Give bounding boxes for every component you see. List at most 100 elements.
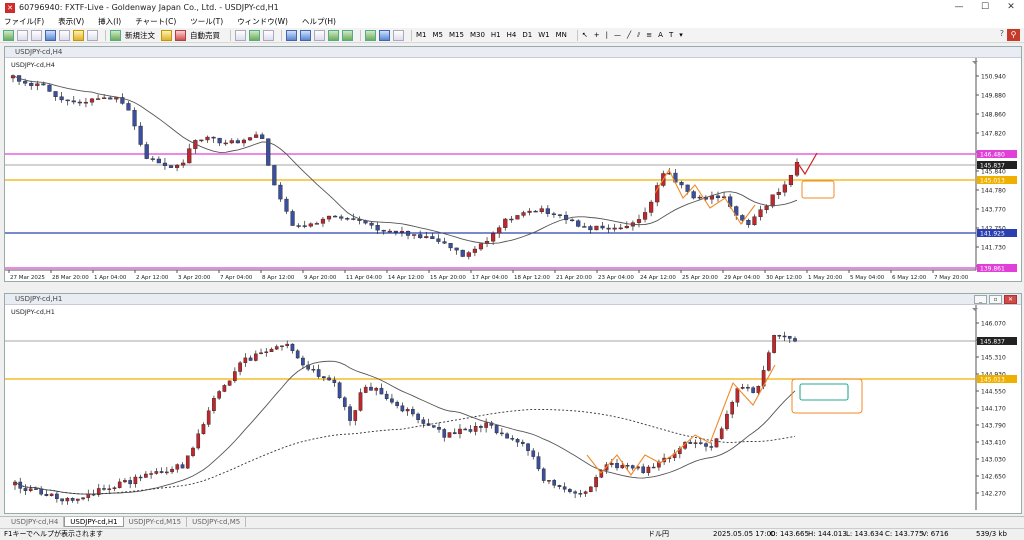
autoscroll-icon[interactable] <box>328 29 339 41</box>
candle-body <box>259 352 263 355</box>
candle-body <box>156 158 161 164</box>
candle-body <box>65 99 70 102</box>
candle-body <box>740 386 745 389</box>
candle-body <box>447 432 452 438</box>
timeframe-m5[interactable]: M5 <box>433 31 444 39</box>
timeframe-m1[interactable]: M1 <box>416 31 427 39</box>
menu-tools[interactable]: ツール(T) <box>190 16 223 27</box>
close-button[interactable]: ✕ <box>998 0 1024 15</box>
candle-body <box>327 377 331 381</box>
timeframe-d1[interactable]: D1 <box>522 31 532 39</box>
price-level-label: 143.410 <box>981 440 1006 447</box>
candle-body <box>606 227 611 230</box>
candle-body <box>238 362 242 372</box>
navigator-icon[interactable] <box>59 29 70 41</box>
candle-body <box>212 398 216 412</box>
candle-body <box>588 226 593 231</box>
timeframe-m15[interactable]: M15 <box>449 31 464 39</box>
templates-icon[interactable] <box>393 29 404 41</box>
candle-body <box>75 498 80 501</box>
bar-chart-icon[interactable] <box>235 29 246 41</box>
time-label: 30 Apr 12:00 <box>766 275 802 281</box>
text-tool-icon[interactable]: A <box>658 31 663 39</box>
tab-usdjpy-h1[interactable]: USDJPY-cd,H1 <box>64 517 124 527</box>
candle-body <box>594 477 598 488</box>
chart-minimize-button[interactable]: _ <box>974 295 987 304</box>
crosshair-icon[interactable]: + <box>594 31 600 39</box>
menu-file[interactable]: ファイル(F) <box>4 16 44 27</box>
zoom-out-icon[interactable] <box>300 29 311 41</box>
new-order-button[interactable]: 新規注文 <box>125 30 155 41</box>
candle-body <box>247 137 253 141</box>
trendline-icon[interactable]: ╱ <box>627 31 631 39</box>
time-label: 3 Apr 20:00 <box>178 275 211 281</box>
candle-body <box>39 488 43 495</box>
candle-body <box>730 402 735 415</box>
timeframe-h4[interactable]: H4 <box>507 31 517 39</box>
search-icon[interactable]: ⚲ <box>1007 29 1020 41</box>
chart-window-h1[interactable]: USDJPY-cd,H1 _ ▫ ✕ USDJPY-cd,H1 146.070 14… <box>4 293 1022 514</box>
arrows-icon[interactable]: ▾ <box>679 31 683 39</box>
price-chart-h1[interactable]: USDJPY-cd,H1146.070145.690145.310144.930… <box>5 305 1021 513</box>
candlestick-icon[interactable] <box>249 29 260 41</box>
tab-usdjpy-m15[interactable]: USDJPY-cd,M15 <box>124 517 188 527</box>
terminal-icon[interactable] <box>73 29 84 41</box>
new-chart-icon[interactable] <box>3 29 14 41</box>
timeframe-m30[interactable]: M30 <box>470 31 485 39</box>
menu-window[interactable]: ウィンドウ(W) <box>237 16 288 27</box>
candle-body <box>793 338 797 342</box>
candle-body <box>497 227 502 234</box>
candle-body <box>180 464 185 469</box>
candle-body <box>332 379 337 383</box>
vertical-line-icon[interactable]: | <box>606 31 608 39</box>
menu-chart[interactable]: チャート(C) <box>135 16 176 27</box>
chart-shift-icon[interactable] <box>342 29 353 41</box>
menu-insert[interactable]: 挿入(I) <box>98 16 121 27</box>
data-window-icon[interactable] <box>45 29 56 41</box>
chart-close-button[interactable]: ✕ <box>1004 295 1017 304</box>
help-icon[interactable]: ? <box>1000 29 1004 38</box>
timeframe-h1[interactable]: H1 <box>491 31 501 39</box>
chart-window-h4[interactable]: USDJPY-cd,H4 USDJPY-cd,H4 150.940 149.880 1… <box>4 46 1022 282</box>
cursor-icon[interactable]: ↖ <box>582 31 588 39</box>
indicators-icon[interactable] <box>365 29 376 41</box>
tile-windows-icon[interactable] <box>314 29 325 41</box>
auto-trade-button[interactable]: 自動売買 <box>190 30 220 41</box>
candle-body <box>570 219 575 222</box>
candle-body <box>505 433 509 439</box>
channel-icon[interactable]: ⫽ <box>637 31 640 40</box>
timeframe-mn[interactable]: MN <box>556 31 567 39</box>
toolbar-separator <box>360 29 361 41</box>
title-bar: ✕ 60796940: FXTF-Live - Goldenway Japan … <box>0 0 1024 15</box>
market-watch-icon[interactable] <box>31 29 42 41</box>
label-tool-icon[interactable]: T <box>669 31 673 39</box>
periods-icon[interactable] <box>379 29 390 41</box>
candle-body <box>715 195 721 199</box>
fibonacci-icon[interactable]: ≡ <box>646 31 652 39</box>
zoom-in-icon[interactable] <box>286 29 297 41</box>
line-chart-icon[interactable] <box>263 29 274 41</box>
menu-help[interactable]: ヘルプ(H) <box>302 16 336 27</box>
timeframe-w1[interactable]: W1 <box>538 31 549 39</box>
tab-usdjpy-m5[interactable]: USDJPY-cd,M5 <box>187 517 247 527</box>
time-label: 25 Apr 20:00 <box>682 275 718 281</box>
chart-symbol-label: USDJPY-cd,H1 <box>11 308 55 316</box>
new-order-icon[interactable] <box>110 29 121 41</box>
candle-body <box>624 225 629 229</box>
menu-view[interactable]: 表示(V) <box>58 16 84 27</box>
tab-usdjpy-h4[interactable]: USDJPY-cd,H4 <box>6 517 65 527</box>
maximize-button[interactable]: ☐ <box>972 0 998 15</box>
profiles-icon[interactable] <box>17 29 28 41</box>
candle-body <box>491 233 496 242</box>
price-chart-h4[interactable]: USDJPY-cd,H4 150.940 149.880 148.860 147.820… <box>5 58 1021 281</box>
candle-body <box>630 465 635 469</box>
status-time: 2025.05.05 17:00 <box>713 530 776 538</box>
candle-body <box>583 491 588 494</box>
minimize-button[interactable]: — <box>946 0 972 15</box>
tester-icon[interactable] <box>87 29 98 41</box>
candle-body <box>222 385 227 392</box>
metaeditor-icon[interactable] <box>161 29 172 41</box>
auto-trade-icon[interactable] <box>175 29 186 41</box>
chart-maximize-button[interactable]: ▫ <box>989 295 1002 304</box>
horizontal-line-icon[interactable]: — <box>614 31 621 39</box>
